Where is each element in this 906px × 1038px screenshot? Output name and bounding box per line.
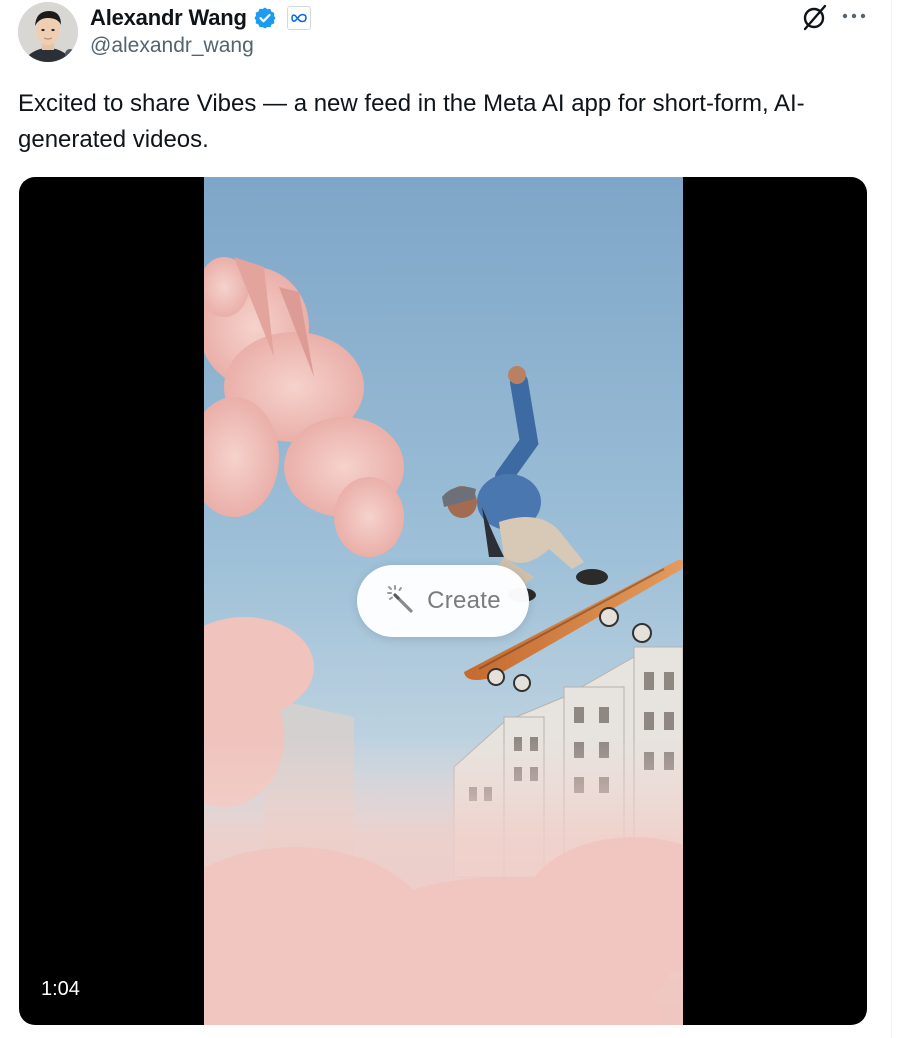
grok-icon[interactable]: [800, 3, 828, 31]
timeline-border: [891, 0, 892, 1038]
avatar[interactable]: [18, 2, 78, 62]
video-duration: 1:04: [41, 978, 80, 1000]
more-horizontal-icon[interactable]: [840, 4, 868, 28]
video-player[interactable]: Create 1:04: [19, 177, 867, 1025]
author-display-name[interactable]: Alexandr Wang: [90, 5, 247, 31]
meta-infinity-icon[interactable]: [286, 6, 311, 30]
author-name-row: Alexandr Wang: [90, 3, 311, 33]
magic-wand-icon: [385, 583, 417, 620]
author-handle[interactable]: @alexandr_wang: [90, 34, 254, 58]
create-label: Create: [427, 587, 501, 614]
tweet-text: Excited to share Vibes — a new feed in t…: [18, 90, 805, 153]
verified-badge-icon[interactable]: [253, 6, 277, 30]
create-button[interactable]: Create: [357, 565, 529, 637]
